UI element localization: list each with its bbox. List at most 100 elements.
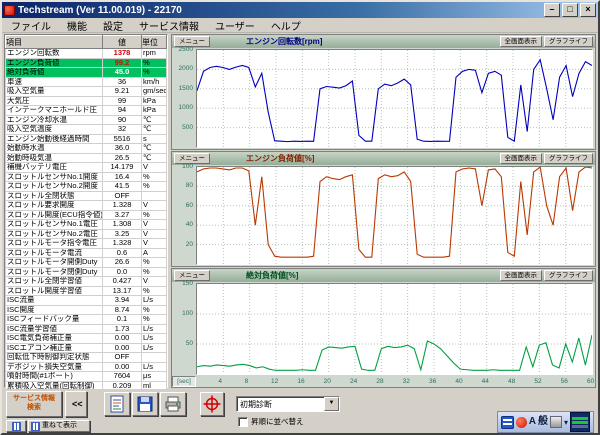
table-row[interactable]: スロットル全閉状態OFF [6,191,167,201]
row-value: 1.308 [103,220,142,230]
graph-mode-button[interactable]: グラフライフ [544,270,593,281]
ime-keyboard-icon[interactable] [501,416,514,429]
row-unit: L/s [142,296,167,306]
close-button[interactable]: × [580,3,596,17]
ime-input-style-icon[interactable] [516,417,527,428]
row-item: 絶対負荷値 [6,68,103,78]
engine-speed-plot[interactable] [196,49,593,148]
table-row[interactable]: インテークマニホールド圧94kPa [6,106,167,116]
table-row[interactable]: 始動時水温36.0℃ [6,144,167,154]
table-row[interactable]: ISC流量学習値1.73L/s [6,324,167,334]
row-value: 0.427 [103,277,142,287]
diagnosis-mode-value: 初期診断 [237,399,324,410]
service-info-search-button[interactable]: サービス情報 検索 [6,391,62,417]
overlay-display-button[interactable]: 重ねて表示 [28,420,90,432]
fullscreen-button[interactable]: 全画面表示 [500,270,543,281]
row-value: 90 [103,115,142,125]
maximize-button[interactable]: □ [562,3,578,17]
row-item: スロットル全閉状態 [6,191,103,201]
table-row[interactable]: 絶対負荷値45.0% [6,68,167,78]
table-row[interactable]: ISC開度8.74% [6,305,167,315]
row-unit: km/h [142,77,167,87]
table-row[interactable]: エンジン回転数1378rpm [6,49,167,59]
table-row[interactable]: スロットル開度学習値13.17% [6,286,167,296]
snapshot-save-button[interactable] [132,392,158,416]
row-value: 1378 [103,49,142,59]
table-row[interactable]: 噴射時間(#1ポート)7604μs [6,372,167,382]
table-row[interactable]: ISC電気負荷補正量0.00L/s [6,334,167,344]
fullscreen-button[interactable]: 全画面表示 [500,153,543,164]
table-row[interactable]: スロットル要求開度1.328V [6,201,167,211]
y-tick-label: 100 [182,310,193,317]
ime-minimize-icon[interactable]: ▾ [564,418,568,427]
table-row[interactable]: エンジン負荷値99.2% [6,58,167,68]
collapse-panel-button[interactable]: << [65,391,87,417]
ime-conversion-mode[interactable]: 般 [538,413,548,431]
graph-mode-button[interactable]: グラフライフ [544,153,593,164]
print-button[interactable] [160,392,186,416]
row-item: ISC電気負荷補正量 [6,334,103,344]
row-item: 車速 [6,77,103,87]
table-row[interactable]: デポジット損失空気量0.00L/s [6,362,167,372]
table-row[interactable]: 始動時吸気温26.5℃ [6,153,167,163]
table-row[interactable]: ISC流量3.94L/s [6,296,167,306]
minimize-button[interactable]: – [544,3,560,17]
table-row[interactable]: 車速36km/h [6,77,167,87]
menu-item-6[interactable]: ヘルプ [263,18,309,33]
column-header-unit[interactable]: 単位 [142,36,167,49]
table-row[interactable]: 吸入空気量9.21gm/sec [6,87,167,97]
fullscreen-button[interactable]: 全画面表示 [500,36,543,47]
table-row[interactable]: スロットルモータ開側Duty26.6% [6,258,167,268]
column-header-item[interactable]: 項目 [6,36,103,49]
x-tick-label: 28 [376,378,383,385]
menu-item-3[interactable]: 設定 [95,18,131,33]
table-row[interactable]: ISCエアコン補正量0.00L/s [6,343,167,353]
menu-item-4[interactable]: サービス情報 [131,18,207,33]
table-row[interactable]: エンジン冷却水温90℃ [6,115,167,125]
dropdown-arrow-icon[interactable]: ▼ [324,397,339,411]
y-axis-labels: 50100150 [172,282,196,376]
table-row[interactable]: 大気圧99kPa [6,96,167,106]
table-row[interactable]: スロットルセンサNo.2電圧3.25V [6,229,167,239]
table-row[interactable]: 補機バッテリ電圧14.179V [6,163,167,173]
table-row[interactable]: スロットルモータ指令電圧1.328V [6,239,167,249]
table-row[interactable]: スロットルセンサNo.2開度41.5% [6,182,167,192]
table-row[interactable]: スロットル開度(ECU指令値)3.27% [6,210,167,220]
table-row[interactable]: エンジン始動後経過時間5516s [6,134,167,144]
absolute-load-plot[interactable] [196,283,593,375]
service-info-label-line2: 検索 [27,404,41,411]
menu-item-1[interactable]: ファイル [3,18,59,33]
table-row[interactable]: スロットルセンサNo.1開度16.4% [6,172,167,182]
window-title: Techstream (Ver 11.00.019) - 22170 [18,5,541,16]
table-row[interactable]: スロットルセンサNo.1電圧1.308V [6,220,167,230]
graph-view-toggle-button[interactable] [6,420,26,432]
title-bar: Techstream (Ver 11.00.019) - 22170 – □ × [2,2,598,18]
engine-load-plot[interactable] [196,166,593,265]
row-item: スロットルモータ開側Duty [6,258,103,268]
table-row[interactable]: ISCフィードバック量0.1% [6,315,167,325]
table-row[interactable]: スロットルモータ電流0.6A [6,248,167,258]
sort-ascending-checkbox[interactable] [238,417,248,427]
table-row[interactable]: スロットルモータ閉側Duty0.0% [6,267,167,277]
column-header-value[interactable]: 値 [103,36,142,49]
ime-input-mode[interactable]: A [529,413,536,431]
y-tick-label: 60 [186,202,193,209]
row-value: 13.17 [103,286,142,296]
row-unit: % [142,267,167,277]
table-row[interactable]: 吸入空気温度32℃ [6,125,167,135]
trigger-point-button[interactable] [200,392,224,416]
datalist-report-button[interactable] [104,392,130,416]
row-item: 吸入空気量 [6,87,103,97]
menu-item-5[interactable]: ユーザー [207,18,263,33]
diagnosis-mode-dropdown[interactable]: 初期診断 ▼ [236,396,340,412]
row-value: 45.0 [103,68,142,78]
chart-panel-engine-load: メニュー エンジン負荷値[%] 全画面表示 グラフライフ 20406080100 [171,151,596,267]
row-value: 14.179 [103,163,142,173]
row-item: スロットルセンサNo.2電圧 [6,229,103,239]
table-row[interactable]: スロットル全閉学習値0.427V [6,277,167,287]
graph-mode-button[interactable]: グラフライフ [544,36,593,47]
window-controls: – □ × [544,3,596,17]
menu-item-2[interactable]: 機能 [59,18,95,33]
ime-tools-icon[interactable] [550,416,562,428]
table-row[interactable]: 回転低下時制御判定状態OFF [6,353,167,363]
